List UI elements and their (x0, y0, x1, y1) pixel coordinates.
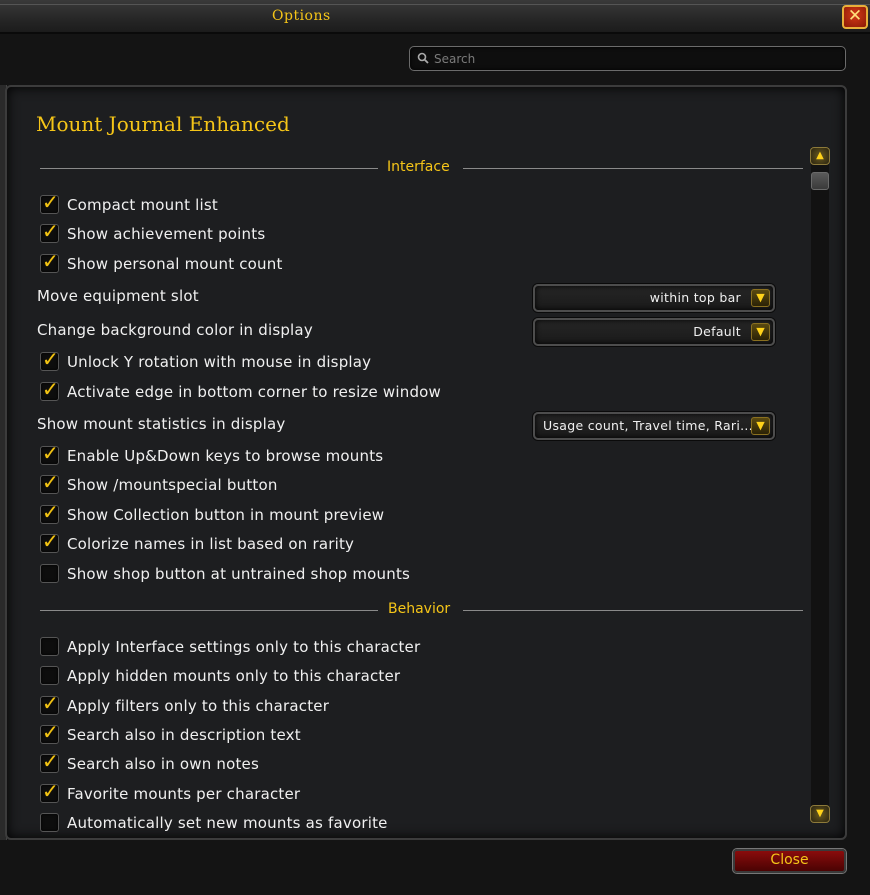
chevron-down-icon[interactable]: ▼ (751, 417, 770, 435)
option-label: Show Collection button in mount preview (67, 506, 385, 524)
divider (463, 610, 803, 611)
scrollbar-thumb[interactable] (811, 172, 829, 190)
chevron-down-icon[interactable]: ▼ (751, 289, 770, 307)
section-label-interface: Interface (387, 159, 450, 175)
change-bg-color-label: Change background color in display (37, 321, 313, 339)
move-equipment-slot-label: Move equipment slot (37, 287, 199, 305)
checkbox[interactable] (40, 666, 59, 685)
checkbox[interactable]: ✓ (40, 348, 59, 371)
close-x-icon[interactable]: ✕ (842, 5, 868, 29)
option-label: Show shop button at untrained shop mount… (67, 565, 411, 583)
checkbox[interactable]: ✓ (40, 530, 59, 553)
search-icon (417, 52, 429, 64)
checkbox[interactable]: ✓ (40, 721, 59, 744)
dropdown-value: within top bar (649, 290, 741, 305)
show-mount-statistics-label: Show mount statistics in display (37, 415, 286, 433)
option-label: Apply filters only to this character (67, 697, 330, 715)
divider (40, 168, 378, 169)
checkmark-icon: ✓ (42, 377, 59, 401)
checkbox[interactable]: ✓ (40, 692, 59, 715)
checkmark-icon: ✓ (42, 219, 59, 243)
checkmark-icon: ✓ (42, 749, 59, 773)
option-label: Automatically set new mounts as favorite (67, 814, 388, 832)
chevron-down-icon[interactable]: ▼ (751, 323, 770, 341)
checkbox[interactable] (40, 637, 59, 656)
option-label: Apply hidden mounts only to this charact… (67, 667, 401, 685)
option-label: Unlock Y rotation with mouse in display (67, 353, 372, 371)
dropdown-value: Usage count, Travel time, Rari... (543, 418, 753, 433)
checkbox[interactable] (40, 564, 59, 583)
checkbox[interactable]: ✓ (40, 750, 59, 773)
checkbox[interactable]: ✓ (40, 250, 59, 273)
checkbox[interactable]: ✓ (40, 501, 59, 524)
window-title: Options (272, 8, 331, 24)
option-label: Activate edge in bottom corner to resize… (67, 383, 442, 401)
checkbox[interactable]: ✓ (40, 471, 59, 494)
section-label-behavior: Behavior (388, 601, 451, 617)
checkbox[interactable]: ✓ (40, 780, 59, 803)
option-label: Colorize names in list based on rarity (67, 535, 355, 553)
dropdown-value: Default (693, 324, 741, 339)
option-label: Show personal mount count (67, 255, 283, 273)
section-header-behavior: Behavior (40, 601, 803, 619)
option-label: Show achievement points (67, 225, 266, 243)
checkmark-icon: ✓ (42, 441, 59, 465)
divider (40, 610, 378, 611)
checkbox[interactable]: ✓ (40, 220, 59, 243)
option-label: Compact mount list (67, 196, 218, 214)
checkbox[interactable] (40, 813, 59, 832)
settings-panel: Mount Journal Enhanced Interface ✓ Compa… (5, 85, 847, 840)
option-label: Enable Up&Down keys to browse mounts (67, 447, 384, 465)
checkbox[interactable]: ✓ (40, 191, 59, 214)
checkmark-icon: ✓ (42, 347, 59, 371)
checkmark-icon: ✓ (42, 691, 59, 715)
divider (463, 168, 803, 169)
search-box[interactable] (409, 46, 846, 71)
close-button[interactable]: Close (733, 849, 846, 873)
panel-title: Mount Journal Enhanced (36, 112, 290, 136)
change-bg-color-dropdown[interactable]: Default ▼ (533, 318, 775, 346)
checkmark-icon: ✓ (42, 249, 59, 273)
option-label: Favorite mounts per character (67, 785, 301, 803)
scrollbar-track[interactable] (811, 147, 829, 817)
checkbox[interactable]: ✓ (40, 378, 59, 401)
move-equipment-slot-dropdown[interactable]: within top bar ▼ (533, 284, 775, 312)
show-mount-statistics-dropdown[interactable]: Usage count, Travel time, Rari... ▼ (533, 412, 775, 440)
checkmark-icon: ✓ (42, 529, 59, 553)
checkmark-icon: ✓ (42, 500, 59, 524)
checkmark-icon: ✓ (42, 190, 59, 214)
checkmark-icon: ✓ (42, 470, 59, 494)
section-header-interface: Interface (40, 159, 803, 177)
checkbox[interactable]: ✓ (40, 442, 59, 465)
scroll-up-icon[interactable]: ▲ (810, 147, 830, 165)
option-label: Search also in own notes (67, 755, 259, 773)
checkmark-icon: ✓ (42, 779, 59, 803)
option-label: Search also in description text (67, 726, 301, 744)
checkmark-icon: ✓ (42, 720, 59, 744)
title-bar: Options ✕ (0, 0, 870, 34)
search-input[interactable] (434, 50, 834, 68)
option-label: Show /mountspecial button (67, 476, 278, 494)
option-label: Apply Interface settings only to this ch… (67, 638, 421, 656)
scroll-down-icon[interactable]: ▼ (810, 805, 830, 823)
